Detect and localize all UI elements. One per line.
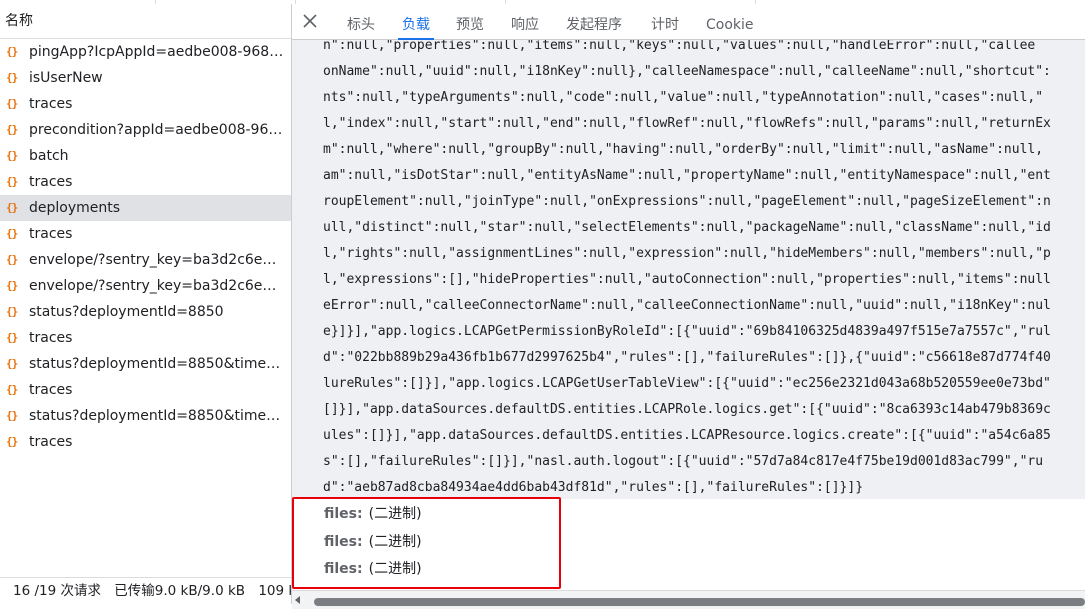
close-icon[interactable] — [302, 13, 318, 29]
request-row[interactable]: {} traces — [0, 221, 291, 247]
payload-line: d":"aeb87ad8cba84934ae4dd6bab43df81d","r… — [323, 480, 864, 495]
request-row[interactable]: {} status?deploymentId=8850 — [0, 299, 291, 325]
name-column-header[interactable]: 名称 — [0, 4, 291, 39]
fetch-request-icon: {} — [6, 175, 18, 188]
transferred-size: 已传输9.0 kB/9.0 kB — [114, 583, 246, 599]
payload-line: ull,"distinct":null,"star":null,"selectE… — [323, 220, 1051, 235]
fetch-request-icon: {} — [6, 305, 18, 318]
fetch-request-icon: {} — [6, 279, 18, 292]
payload-line: nts":null,"typeArguments":null,"code":nu… — [323, 90, 1044, 105]
request-row[interactable]: {} deployments — [0, 195, 291, 221]
payload-line: d":"022bb889b29a436fb1b677d2997625b4","r… — [323, 350, 1051, 365]
fetch-request-icon: {} — [6, 97, 18, 110]
request-list-panel: 名称 {} pingApp?IcpAppId=aedbe008-968e-...{… — [0, 4, 292, 604]
tab-payload[interactable]: 负载 — [398, 4, 434, 40]
request-name: traces — [29, 226, 73, 242]
request-row[interactable]: {} traces — [0, 91, 291, 117]
request-name: precondition?appId=aedbe008-968e... — [29, 122, 285, 138]
payload-line: []}],"app.dataSources.defaultDS.entities… — [323, 402, 1051, 417]
fetch-request-icon: {} — [6, 383, 18, 396]
request-row[interactable]: {} pingApp?IcpAppId=aedbe008-968e-... — [0, 39, 291, 65]
resources-size: 109 k — [258, 583, 291, 599]
tab-cookies[interactable]: Cookie — [706, 4, 754, 39]
request-name: batch — [29, 148, 69, 164]
tab-response[interactable]: 响应 — [511, 4, 539, 39]
payload-line: am":null,"isDotStar":null,"entityAsName"… — [323, 168, 1051, 183]
payload-line: e}]}],"app.logics.LCAPGetPermissionByRol… — [323, 324, 1051, 339]
fetch-request-icon: {} — [6, 149, 18, 162]
detail-tab-bar: 标头 负载 预览 响应 发起程序 计时 Cookie — [292, 4, 1085, 40]
request-row[interactable]: {} traces — [0, 429, 291, 455]
payload-line: m":null,"where":null,"groupBy":null,"hav… — [323, 142, 1044, 157]
request-row[interactable]: {} traces — [0, 377, 291, 403]
request-name: traces — [29, 434, 73, 450]
request-count: 16 /19 次请求 — [13, 583, 101, 599]
request-name: pingApp?IcpAppId=aedbe008-968e-... — [29, 44, 285, 60]
request-row[interactable]: {} traces — [0, 325, 291, 351]
fetch-request-icon: {} — [6, 123, 18, 136]
request-list: {} pingApp?IcpAppId=aedbe008-968e-... {} is… — [0, 39, 291, 455]
fetch-request-icon: {} — [6, 227, 18, 240]
request-row[interactable]: {} isUserNew — [0, 65, 291, 91]
request-name: status?deploymentId=8850&timesta... — [29, 408, 285, 424]
request-name: deployments — [29, 200, 121, 216]
request-name: status?deploymentId=8850&timesta... — [29, 356, 285, 372]
tab-timing[interactable]: 计时 — [651, 4, 679, 39]
request-name: isUserNew — [29, 70, 103, 86]
fetch-request-icon: {} — [6, 357, 18, 370]
request-name: traces — [29, 174, 73, 190]
fetch-request-icon: {} — [6, 71, 18, 84]
payload-line: ules":[]}],"app.dataSources.defaultDS.en… — [323, 428, 1051, 443]
tab-initiator[interactable]: 发起程序 — [566, 4, 622, 39]
highlight-annotation-box — [292, 497, 561, 589]
payload-line: l,"expressions":[],"hideProperties":null… — [323, 272, 1051, 287]
request-name: traces — [29, 96, 73, 112]
payload-line: onName":null,"uuid":null,"i18nKey":null}… — [323, 64, 1051, 79]
request-name: envelope/?sentry_key=ba3d2c6e0aa... — [29, 252, 285, 268]
request-row[interactable]: {} status?deploymentId=8850&timesta... — [0, 351, 291, 377]
request-row[interactable]: {} status?deploymentId=8850&timesta... — [0, 403, 291, 429]
request-row[interactable]: {} envelope/?sentry_key=ba3d2c6e0aa... — [0, 247, 291, 273]
horizontal-scrollbar[interactable] — [292, 590, 1085, 609]
fetch-request-icon: {} — [6, 45, 18, 58]
payload-line: n":null,"properties":null,"items":null,"… — [323, 40, 1036, 53]
fetch-request-icon: {} — [6, 201, 18, 214]
fetch-request-icon: {} — [6, 409, 18, 422]
request-name: traces — [29, 330, 73, 346]
scroll-left-arrow-icon[interactable] — [295, 596, 300, 604]
payload-line: roupElement":null,"joinType":null,"onExp… — [323, 194, 1051, 209]
scrollbar-thumb[interactable] — [314, 598, 1085, 606]
payload-viewer[interactable]: n":null,"properties":null,"items":null,"… — [292, 40, 1085, 499]
payload-line: s":[],"failureRules":[]}],"nasl.auth.log… — [323, 454, 1044, 469]
request-name: traces — [29, 382, 73, 398]
fetch-request-icon: {} — [6, 435, 18, 448]
request-row[interactable]: {} batch — [0, 143, 291, 169]
fetch-request-icon: {} — [6, 331, 18, 344]
request-row[interactable]: {} envelope/?sentry_key=ba3d2c6e0aa... — [0, 273, 291, 299]
payload-line: lureRules":[]}],"app.logics.LCAPGetUserT… — [323, 376, 1051, 391]
payload-line: l,"rights":null,"assignmentLines":null,"… — [323, 246, 1051, 261]
request-row[interactable]: {} precondition?appId=aedbe008-968e... — [0, 117, 291, 143]
request-name: envelope/?sentry_key=ba3d2c6e0aa... — [29, 278, 285, 294]
tab-headers[interactable]: 标头 — [347, 4, 375, 39]
tab-preview[interactable]: 预览 — [456, 4, 484, 39]
payload-line: l,"index":null,"start":null,"end":null,"… — [323, 116, 1051, 131]
fetch-request-icon: {} — [6, 253, 18, 266]
request-row[interactable]: {} traces — [0, 169, 291, 195]
payload-line: eError":null,"calleeConnectorName":null,… — [323, 298, 1051, 313]
network-summary-bar: 16 /19 次请求 已传输9.0 kB/9.0 kB 109 k — [0, 577, 291, 604]
request-name: status?deploymentId=8850 — [29, 304, 224, 320]
